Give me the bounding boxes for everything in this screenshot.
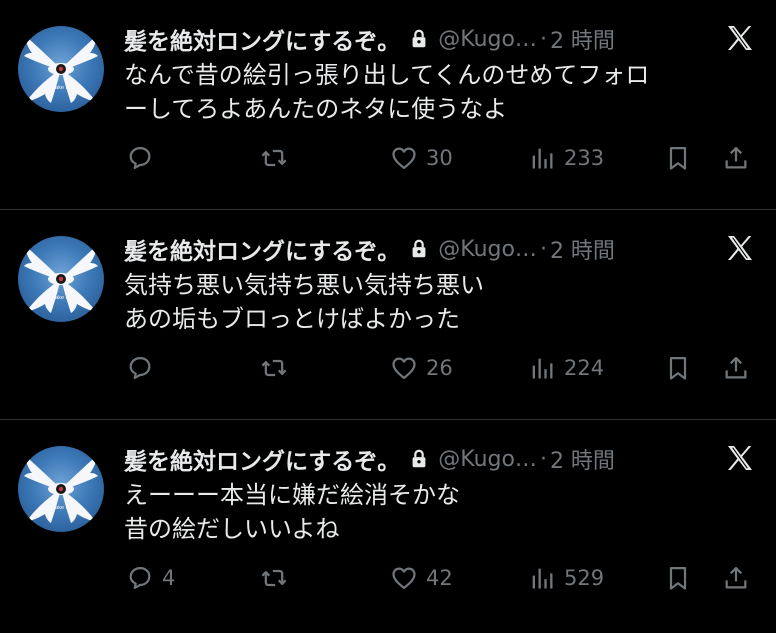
retweet-button[interactable] <box>260 138 296 178</box>
view-count: 233 <box>564 146 605 170</box>
reply-icon <box>129 356 151 380</box>
heart-icon <box>392 147 416 170</box>
like-button[interactable]: 42 <box>390 558 453 598</box>
separator-dot: · <box>539 26 547 52</box>
x-logo-icon[interactable] <box>724 232 756 264</box>
like-count: 26 <box>426 356 453 380</box>
views-icon <box>532 358 553 379</box>
avatar-image: Wake up <box>24 454 98 523</box>
tweet-text: えーーー本当に嫌だ絵消そかな 昔の絵だしいいよね <box>124 478 752 546</box>
reply-icon <box>129 566 151 590</box>
display-name[interactable]: 髪を絶対ロングにするぞ。 <box>124 232 400 266</box>
views-icon <box>532 148 553 169</box>
retweet-button[interactable] <box>260 558 296 598</box>
timestamp[interactable]: 2 時間 <box>550 23 615 55</box>
reply-button[interactable] <box>126 348 162 388</box>
reply-icon <box>129 146 151 170</box>
avatar[interactable]: Wake up <box>18 236 104 322</box>
share-button[interactable] <box>722 558 750 598</box>
user-handle[interactable]: @Kugo… <box>438 447 537 472</box>
lock-icon <box>412 29 426 48</box>
tweet[interactable]: Wake up 髪を絶対ロングにするぞ。 @Kugo… · 2 時間 なんで昔の… <box>0 0 776 210</box>
heart-icon <box>392 567 416 590</box>
retweet-icon <box>261 359 287 377</box>
share-button[interactable] <box>722 138 750 178</box>
tweet-text: なんで昔の絵引っ張り出してくんのせめてフォロ ーしてろよあんたのネタに使うなよ <box>124 58 752 126</box>
share-button[interactable] <box>722 348 750 388</box>
tweet-actions: 4 42 529 <box>124 558 776 598</box>
like-button[interactable]: 26 <box>390 348 453 388</box>
share-icon <box>725 356 747 379</box>
tweet-header: 髪を絶対ロングにするぞ。 @Kugo… · 2 時間 <box>124 20 776 58</box>
reply-button[interactable] <box>126 138 162 178</box>
views-button[interactable]: 233 <box>528 138 604 178</box>
tweet-text-line: あの垢もブロっとけばよかった <box>124 305 460 333</box>
avatar-image: Wake up <box>24 244 98 313</box>
tweet[interactable]: Wake up 髪を絶対ロングにするぞ。 @Kugo… · 2 時間 気持ち悪い… <box>0 210 776 420</box>
reply-button[interactable]: 4 <box>126 558 175 598</box>
tweet-actions: 30 233 <box>124 138 776 178</box>
x-logo-icon[interactable] <box>724 442 756 474</box>
display-name[interactable]: 髪を絶対ロングにするぞ。 <box>124 22 400 56</box>
views-icon <box>532 568 553 589</box>
view-count: 529 <box>564 566 605 590</box>
retweet-icon <box>261 149 287 167</box>
separator-dot: · <box>539 446 547 472</box>
share-icon <box>725 146 747 169</box>
like-count: 30 <box>426 146 453 170</box>
avatar[interactable]: Wake up <box>18 26 104 112</box>
tweet-text-line: 昔の絵だしいいよね <box>124 515 340 543</box>
avatar-text: Wake up <box>50 505 72 511</box>
avatar[interactable]: Wake up <box>18 446 104 532</box>
bookmark-icon <box>669 146 687 170</box>
tweet-text: 気持ち悪い気持ち悪い気持ち悪い あの垢もブロっとけばよかった <box>124 268 752 336</box>
timestamp[interactable]: 2 時間 <box>550 443 615 475</box>
heart-icon <box>392 357 416 380</box>
timestamp[interactable]: 2 時間 <box>550 233 615 265</box>
bookmark-button[interactable] <box>664 138 692 178</box>
display-name[interactable]: 髪を絶対ロングにするぞ。 <box>124 442 400 476</box>
retweet-icon <box>261 569 287 587</box>
reply-count: 4 <box>162 566 176 590</box>
tweet[interactable]: Wake up 髪を絶対ロングにするぞ。 @Kugo… · 2 時間 えーーー本… <box>0 420 776 633</box>
tweet-actions: 26 224 <box>124 348 776 388</box>
lock-icon <box>412 449 426 468</box>
bookmark-icon <box>669 566 687 590</box>
user-handle[interactable]: @Kugo… <box>438 237 537 262</box>
tweet-text-line: なんで昔の絵引っ張り出してくんのせめてフォロ <box>124 61 650 89</box>
separator-dot: · <box>539 236 547 262</box>
tweet-header: 髪を絶対ロングにするぞ。 @Kugo… · 2 時間 <box>124 230 776 268</box>
tweet-text-line: ーしてろよあんたのネタに使うなよ <box>124 95 508 123</box>
bookmark-button[interactable] <box>664 558 692 598</box>
views-button[interactable]: 224 <box>528 348 604 388</box>
like-button[interactable]: 30 <box>390 138 453 178</box>
bookmark-icon <box>669 356 687 380</box>
like-count: 42 <box>426 566 453 590</box>
tweet-feed: Wake up 髪を絶対ロングにするぞ。 @Kugo… · 2 時間 なんで昔の… <box>0 0 776 633</box>
view-count: 224 <box>564 356 605 380</box>
lock-icon <box>412 239 426 258</box>
views-button[interactable]: 529 <box>528 558 604 598</box>
avatar-text: Wake up <box>50 295 72 301</box>
tweet-text-line: 気持ち悪い気持ち悪い気持ち悪い <box>124 271 484 299</box>
bookmark-button[interactable] <box>664 348 692 388</box>
avatar-image: Wake up <box>24 34 98 103</box>
share-icon <box>725 566 747 589</box>
tweet-text-line: えーーー本当に嫌だ絵消そかな <box>124 481 460 509</box>
retweet-button[interactable] <box>260 348 296 388</box>
avatar-text: Wake up <box>50 85 72 91</box>
x-logo-icon[interactable] <box>724 22 756 54</box>
tweet-header: 髪を絶対ロングにするぞ。 @Kugo… · 2 時間 <box>124 440 776 478</box>
user-handle[interactable]: @Kugo… <box>438 27 537 52</box>
